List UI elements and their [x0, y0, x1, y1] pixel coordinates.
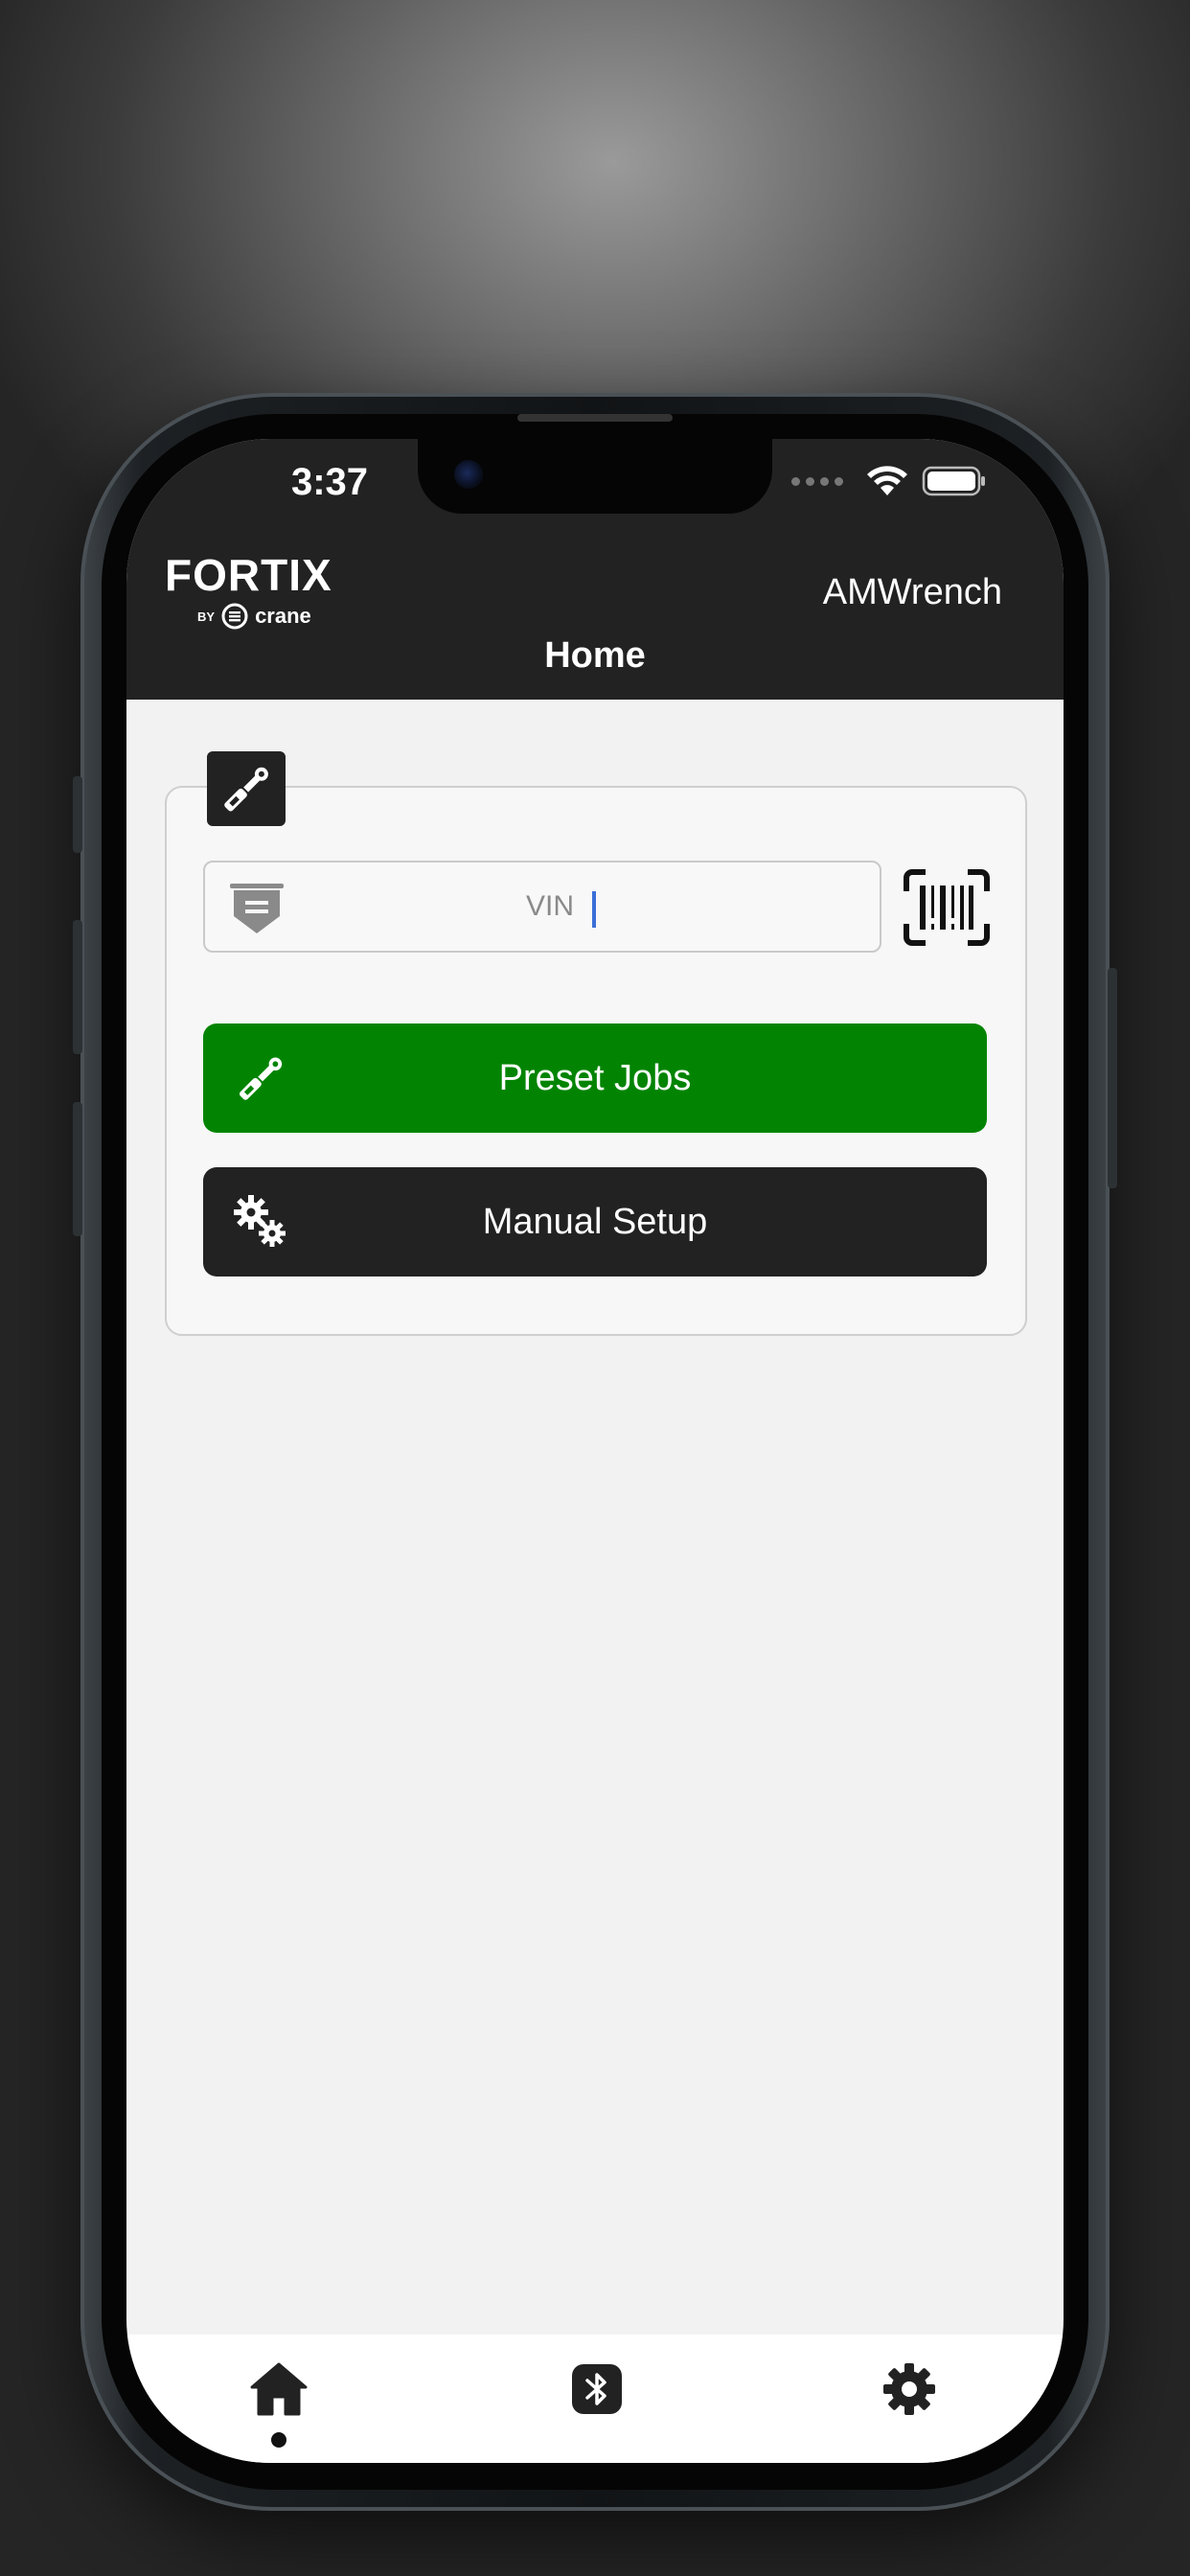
status-icons [791, 452, 987, 510]
torque-wrench-icon [224, 767, 268, 812]
logo-maker: crane [255, 604, 311, 628]
power-button [1108, 968, 1117, 1188]
camera-icon [454, 460, 483, 489]
app-header: 3:37 FORTIX BY crane AMWrench Home [126, 439, 1064, 700]
manual-setup-button[interactable]: Manual Setup [203, 1167, 987, 1276]
text-caret [592, 891, 596, 928]
crane-logo-icon [221, 603, 248, 630]
tab-bluetooth[interactable] [563, 2356, 630, 2423]
status-time: 3:37 [290, 461, 369, 503]
tab-home[interactable] [245, 2356, 312, 2423]
speaker-grille [517, 414, 673, 422]
preset-jobs-button[interactable]: Preset Jobs [203, 1024, 987, 1133]
fortix-logo: FORTIX BY crane [165, 552, 356, 638]
app-screen: 3:37 FORTIX BY crane AMWrench Home VIN P… [126, 439, 1064, 2463]
vin-input[interactable] [301, 872, 799, 941]
vin-tag-icon [230, 884, 284, 933]
signal-dots-icon [791, 476, 843, 486]
tab-bar [126, 2334, 1064, 2463]
active-tab-indicator [271, 2432, 286, 2448]
logo-by: BY [197, 609, 216, 624]
wifi-icon [867, 466, 907, 495]
vin-field[interactable] [203, 861, 881, 953]
barcode-scan-button[interactable] [899, 864, 995, 951]
logo-brand: FORTIX [165, 550, 332, 600]
wrench-badge [207, 751, 286, 826]
mute-switch [73, 776, 82, 853]
battery-icon [922, 466, 985, 496]
barcode-scan-icon [904, 869, 990, 946]
home-icon [250, 2362, 308, 2416]
device-name[interactable]: AMWrench [823, 564, 1002, 621]
gear-icon [883, 2363, 935, 2415]
volume-up-button [73, 920, 82, 1054]
preset-jobs-label: Preset Jobs [498, 1057, 692, 1098]
manual-setup-label: Manual Setup [482, 1201, 708, 1242]
bluetooth-icon [572, 2364, 622, 2414]
torque-wrench-icon [239, 1057, 283, 1100]
volume-down-button [73, 1102, 82, 1236]
page-title: Home [544, 635, 646, 676]
gears-icon [234, 1195, 286, 1247]
logo-sub: BY crane [197, 602, 356, 631]
tab-settings[interactable] [876, 2356, 943, 2423]
